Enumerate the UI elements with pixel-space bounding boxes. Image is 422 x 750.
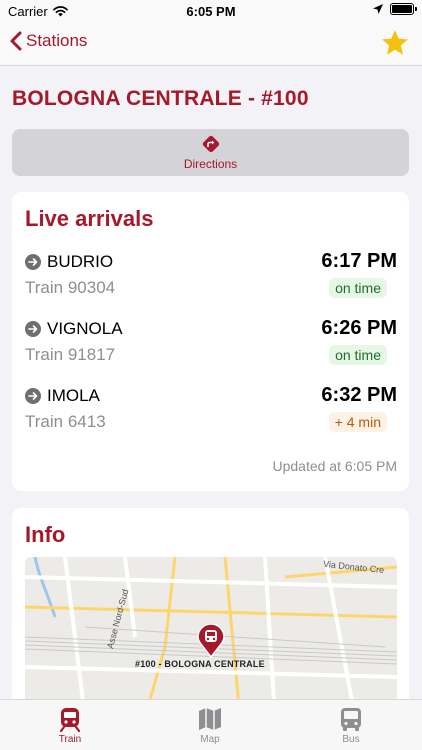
status-bar: Carrier 6:05 PM: [0, 0, 422, 24]
map-icon: [199, 708, 221, 730]
arrow-right-circle-icon: [25, 321, 41, 337]
arrow-right-circle-icon: [25, 388, 41, 404]
arrival-row[interactable]: BUDRIO Train 90304 6:17 PM on time: [25, 250, 397, 310]
tab-train-label: Train: [58, 734, 82, 745]
train-number: Train 91817: [25, 345, 116, 364]
arrival-time: 6:32 PM: [321, 384, 397, 406]
directions-label: Directions: [183, 157, 238, 171]
live-arrivals-title: Live arrivals: [25, 206, 154, 231]
train-number: Train 90304: [25, 278, 116, 297]
arrival-destination: BUDRIO: [25, 252, 113, 272]
battery-icon: [390, 3, 417, 15]
arrival-destination: VIGNOLA: [25, 319, 123, 339]
status-badge: on time: [329, 278, 387, 298]
chevron-left-icon: [10, 31, 22, 51]
info-card: Info Via Donato Cre Asse Nord-Sud #100 -…: [12, 508, 409, 699]
tab-bus-label: Bus: [342, 734, 360, 745]
arrival-time: 6:17 PM: [321, 250, 397, 272]
tab-bar: Train Map Bus: [0, 699, 422, 750]
destination-name: IMOLA: [47, 386, 100, 405]
train-station-pin-icon: [197, 624, 225, 658]
navigation-bar: Stations: [0, 24, 422, 66]
live-arrivals-card: Live arrivals BUDRIO Train 90304 6:17 PM…: [12, 192, 409, 491]
map-station-label: #100 - BOLOGNA CENTRALE: [135, 659, 265, 669]
arrival-row[interactable]: VIGNOLA Train 91817 6:26 PM on time: [25, 317, 397, 377]
status-right: [373, 3, 417, 15]
station-map[interactable]: Via Donato Cre Asse Nord-Sud #100 - BOLO…: [25, 557, 397, 699]
location-arrow-icon: [373, 4, 383, 14]
arrow-right-circle-icon: [25, 254, 41, 270]
destination-name: BUDRIO: [47, 252, 114, 271]
tab-bus[interactable]: Bus: [311, 706, 391, 745]
arrival-time: 6:26 PM: [321, 317, 397, 339]
destination-name: VIGNOLA: [47, 319, 123, 338]
tab-map[interactable]: Map: [170, 706, 250, 745]
status-badge: on time: [329, 345, 387, 365]
bus-icon: [341, 708, 361, 731]
tab-train[interactable]: Train: [30, 706, 110, 745]
delay-badge: + 4 min: [328, 412, 387, 432]
arrival-destination: IMOLA: [25, 386, 100, 406]
back-button[interactable]: Stations: [10, 31, 87, 51]
updated-timestamp: Updated at 6:05 PM: [272, 458, 397, 474]
status-time: 6:05 PM: [186, 4, 236, 19]
info-title: Info: [25, 522, 66, 547]
back-label: Stations: [26, 31, 88, 50]
page-title: BOLOGNA CENTRALE - #100: [12, 87, 309, 110]
station-detail-content[interactable]: BOLOGNA CENTRALE - #100 Directions Live …: [0, 67, 422, 699]
directions-icon: [202, 135, 219, 153]
directions-button[interactable]: Directions: [12, 129, 409, 176]
train-number: Train 6413: [25, 412, 106, 431]
train-icon: [59, 708, 81, 732]
arrival-row[interactable]: IMOLA Train 6413 6:32 PM + 4 min: [25, 384, 397, 444]
favorite-star-icon[interactable]: [380, 28, 410, 58]
tab-map-label: Map: [200, 734, 220, 745]
